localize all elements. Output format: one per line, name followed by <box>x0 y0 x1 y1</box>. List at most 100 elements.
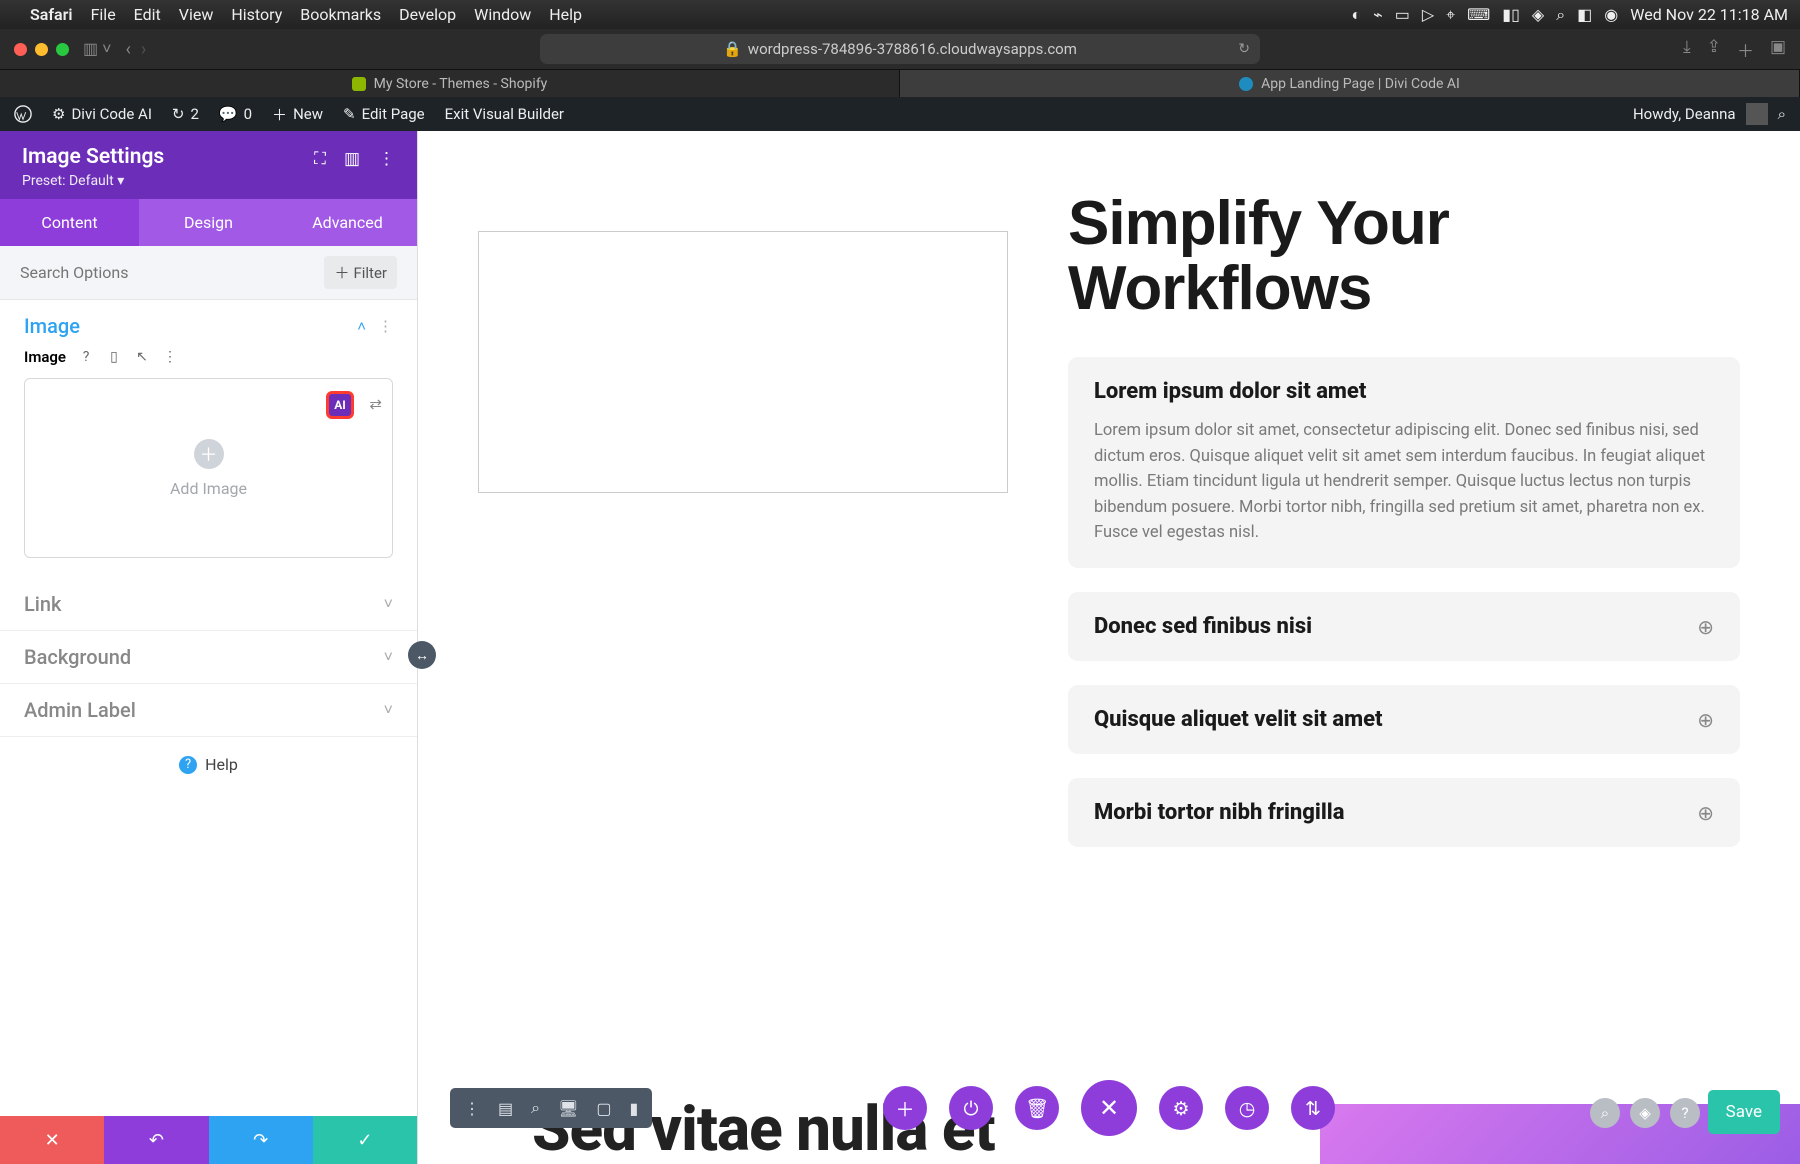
clock[interactable]: Wed Nov 22 11:18 AM <box>1630 5 1788 24</box>
search-icon[interactable]: ⌕ <box>1556 5 1565 25</box>
battery-icon[interactable]: ▮▯ <box>1502 5 1520 24</box>
power-button[interactable]: ⏻ <box>949 1086 993 1130</box>
search-input[interactable] <box>20 263 223 282</box>
help-link[interactable]: ? Help <box>0 737 417 792</box>
section-admin-label-header[interactable]: Admin Label ˅ <box>24 698 393 722</box>
zoom-window[interactable] <box>56 43 69 56</box>
phone-icon[interactable]: ▮ <box>630 1099 639 1118</box>
tab-content[interactable]: Content <box>0 199 139 246</box>
undo-button[interactable]: ↶ <box>104 1116 208 1164</box>
expand-icon[interactable]: ⊕ <box>1697 708 1714 732</box>
downloads-icon[interactable]: ⤓ <box>1683 37 1691 62</box>
close-toolbar-button[interactable]: ✕ <box>1081 1080 1137 1136</box>
section-background-header[interactable]: Background ˅ <box>24 645 393 669</box>
phone-icon[interactable]: ▯ <box>106 349 122 365</box>
tab-advanced[interactable]: Advanced <box>278 199 417 246</box>
kebab-icon[interactable]: ⋮ <box>464 1099 480 1118</box>
preset-dropdown[interactable]: Preset: Default ▾ <box>22 173 164 189</box>
tab-overview-icon[interactable]: ▣ <box>1770 37 1786 62</box>
revisions[interactable]: ↻ 2 <box>172 105 199 123</box>
menu-history[interactable]: History <box>231 5 282 24</box>
wp-logo[interactable] <box>14 105 32 123</box>
delete-button[interactable]: 🗑 <box>1015 1086 1059 1130</box>
folder-icon[interactable]: ▭ <box>1395 5 1410 24</box>
desktop-icon[interactable]: 🖥 <box>558 1099 578 1118</box>
zoom-icon[interactable]: ⌕ <box>531 1098 540 1118</box>
cloud-icon[interactable]: ⌁ <box>1373 5 1383 24</box>
filter-button[interactable]: ＋ Filter <box>324 256 397 289</box>
close-window[interactable] <box>14 43 27 56</box>
kebab-icon[interactable]: ⋮ <box>162 349 178 365</box>
accordion-item[interactable]: Donec sed finibus nisi⊕ <box>1068 592 1740 661</box>
menu-help[interactable]: Help <box>549 5 582 24</box>
tab-design[interactable]: Design <box>139 199 278 246</box>
app-name[interactable]: Safari <box>30 5 73 24</box>
menu-file[interactable]: File <box>91 5 116 24</box>
focus-icon[interactable]: ⛶ <box>314 149 326 169</box>
avatar[interactable] <box>1746 103 1768 125</box>
comments[interactable]: 💬 0 <box>219 105 252 123</box>
panel-icon[interactable]: ▥ <box>344 149 360 169</box>
zoom-icon[interactable]: ⌕ <box>1590 1098 1620 1128</box>
image-uploader[interactable]: AI ⇄ ＋ Add Image <box>24 378 393 558</box>
menu-develop[interactable]: Develop <box>399 5 456 24</box>
siri-icon[interactable]: ◉ <box>1604 5 1618 24</box>
field-label: Image <box>24 348 66 366</box>
status-icon[interactable]: ◐ <box>1351 5 1361 25</box>
cancel-button[interactable]: ✕ <box>0 1116 104 1164</box>
apply-button[interactable]: ✓ <box>313 1116 417 1164</box>
tablet-icon[interactable]: ▢ <box>596 1099 611 1118</box>
sort-button[interactable]: ⇅ <box>1291 1086 1335 1130</box>
forward-button[interactable]: › <box>141 39 146 60</box>
share-icon[interactable]: ⇪ <box>1707 37 1721 62</box>
accordion-item[interactable]: Morbi tortor nibh fringilla⊕ <box>1068 778 1740 847</box>
sidebar-toggle-icon[interactable]: ▥ ˅ <box>83 39 111 59</box>
minimize-window[interactable] <box>35 43 48 56</box>
reload-icon[interactable]: ↻ <box>1238 41 1250 57</box>
add-image-icon[interactable]: ＋ <box>194 439 224 469</box>
more-icon[interactable]: ⋮ <box>378 149 395 169</box>
section-link-header[interactable]: Link ˅ <box>24 592 393 616</box>
layers-icon[interactable]: ◈ <box>1630 1098 1660 1128</box>
wireframe-icon[interactable]: ▤ <box>498 1099 513 1118</box>
ai-badge[interactable]: AI <box>326 391 354 419</box>
uploader-settings-icon[interactable]: ⇄ <box>369 395 382 413</box>
expand-icon[interactable]: ⊕ <box>1697 801 1714 825</box>
section-image-header[interactable]: Image ˄⋮ <box>24 314 393 338</box>
cursor-icon[interactable]: ↖ <box>134 349 150 365</box>
search-icon[interactable]: ⌕ <box>1778 105 1786 123</box>
menu-bookmarks[interactable]: Bookmarks <box>300 5 381 24</box>
new-tab-icon[interactable]: ＋ <box>1737 37 1754 62</box>
kebab-icon[interactable]: ⋮ <box>378 317 393 335</box>
edit-page[interactable]: ✎ Edit Page <box>343 105 425 123</box>
keyboard-icon[interactable]: ⌨ <box>1467 5 1490 24</box>
bluetooth-icon[interactable]: ⌖ <box>1446 5 1455 25</box>
exit-visual-builder[interactable]: Exit Visual Builder <box>445 105 564 123</box>
new-button[interactable]: ＋ New <box>272 104 323 125</box>
add-button[interactable]: ＋ <box>883 1086 927 1130</box>
help-icon[interactable]: ? <box>1670 1098 1700 1128</box>
sidebar-resize-handle[interactable]: ↔ <box>408 641 436 669</box>
help-icon[interactable]: ? <box>78 349 94 365</box>
tab-divi[interactable]: App Landing Page | Divi Code AI <box>900 70 1800 97</box>
control-center-icon[interactable]: ◧ <box>1577 5 1592 24</box>
redo-button[interactable]: ↷ <box>209 1116 313 1164</box>
menu-window[interactable]: Window <box>474 5 531 24</box>
back-button[interactable]: ‹ <box>125 39 130 60</box>
site-name[interactable]: ⚙ Divi Code AI <box>52 105 152 123</box>
tab-shopify[interactable]: My Store - Themes - Shopify <box>0 70 900 97</box>
menu-edit[interactable]: Edit <box>134 5 161 24</box>
airplay-icon[interactable]: ▷ <box>1422 5 1434 24</box>
expand-icon[interactable]: ⊕ <box>1697 615 1714 639</box>
wifi-icon[interactable]: ◈ <box>1532 5 1544 24</box>
save-button[interactable]: Save <box>1708 1090 1780 1134</box>
url-bar[interactable]: 🔒 wordpress-784896-3788616.cloudwaysapps… <box>540 34 1260 64</box>
howdy[interactable]: Howdy, Deanna <box>1633 105 1736 123</box>
settings-button[interactable]: ⚙ <box>1159 1086 1203 1130</box>
image-module-placeholder[interactable] <box>478 231 1008 493</box>
accordion-item[interactable]: Lorem ipsum dolor sit amet Lorem ipsum d… <box>1068 357 1740 568</box>
history-button[interactable]: ◷ <box>1225 1086 1269 1130</box>
url-text: wordpress-784896-3788616.cloudwaysapps.c… <box>748 40 1077 58</box>
menu-view[interactable]: View <box>179 5 214 24</box>
accordion-item[interactable]: Quisque aliquet velit sit amet⊕ <box>1068 685 1740 754</box>
